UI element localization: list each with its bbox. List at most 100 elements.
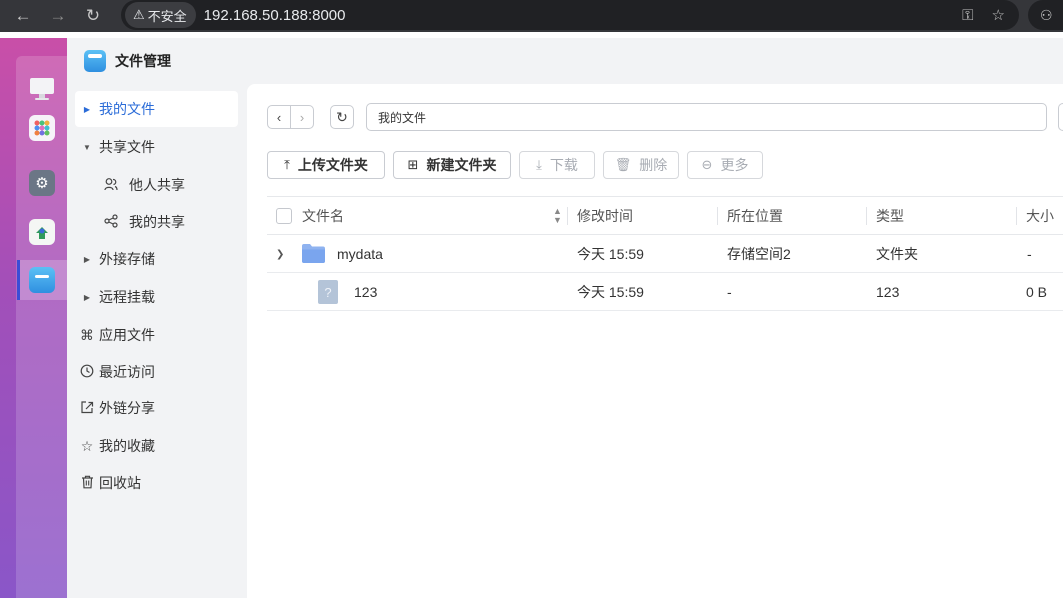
- table-row[interactable]: ❯ mydata 今天 15:59 存储空间2 文件夹 -: [267, 235, 1063, 273]
- sidebar-item-label: 最近访问: [99, 364, 155, 380]
- more-icon: ⊖: [701, 157, 713, 172]
- app-grid-icon[interactable]: [29, 115, 55, 141]
- file-name[interactable]: 123: [354, 273, 377, 311]
- clock-icon: [75, 364, 99, 381]
- sidebar: ▶ 我的文件 ▼ 共享文件 他人共享 我的共享 ▶ 外接存储 ▶ 远程挂载 ⌘ …: [67, 84, 247, 598]
- caret-right-icon: ▶: [83, 292, 91, 302]
- sort-icon[interactable]: ▲ ▼: [553, 207, 562, 225]
- file-size: 0 B: [1026, 284, 1048, 300]
- history-nav: ‹ ›: [267, 105, 314, 129]
- file-modified: 今天 15:59: [577, 246, 644, 262]
- column-header-location[interactable]: 所在位置: [727, 197, 783, 234]
- refresh-icon[interactable]: ↻: [330, 105, 354, 129]
- share-icon: [99, 213, 123, 231]
- path-navigation: ‹ › ↻: [267, 103, 354, 131]
- column-header-size[interactable]: 大小: [1026, 197, 1054, 234]
- column-divider: [567, 207, 568, 225]
- sidebar-item-app-files[interactable]: ⌘ 应用文件: [75, 317, 238, 353]
- download-button[interactable]: ⤓ 下载: [519, 151, 595, 179]
- sidebar-item-external-storage[interactable]: ▶ 外接存储: [75, 241, 238, 277]
- back-arrow-icon[interactable]: ←: [11, 4, 35, 28]
- column-header-name[interactable]: 文件名: [302, 197, 344, 234]
- security-chip[interactable]: ⚠ 不安全: [125, 2, 196, 28]
- caret-down-icon: ▼: [83, 142, 91, 152]
- back-icon[interactable]: ‹: [268, 106, 291, 128]
- store-app-icon[interactable]: [29, 219, 55, 245]
- sidebar-item-my-files[interactable]: ▶ 我的文件: [75, 91, 238, 127]
- trash-icon: [75, 475, 99, 492]
- search-box[interactable]: [1058, 103, 1063, 131]
- delete-button[interactable]: 🗑︎ 删除: [603, 151, 679, 179]
- table-row[interactable]: ? 123 今天 15:59 - 123 0 B: [267, 273, 1063, 311]
- sidebar-item-label: 外接存储: [99, 251, 155, 267]
- external-share-icon: [75, 400, 99, 417]
- unknown-file-icon: ?: [318, 280, 338, 304]
- command-icon: ⌘: [80, 326, 94, 343]
- address-bar[interactable]: ⚠ 不安全 192.168.50.188:8000 ⚿ ☆: [121, 0, 1019, 30]
- sidebar-item-label: 共享文件: [99, 139, 155, 155]
- new-folder-icon: ⊞: [407, 157, 419, 172]
- download-label: 下载: [549, 157, 578, 173]
- caret-right-icon: ▶: [83, 254, 91, 264]
- file-panel: ‹ › ↻ 我的文件 ⤒ 上传文件夹 ⊞ 新建文件夹 ⤓ 下载 🗑︎ 删除 ⊖ …: [247, 84, 1063, 598]
- file-name[interactable]: mydata: [337, 235, 383, 273]
- sidebar-item-remote-mount[interactable]: ▶ 远程挂载: [75, 279, 238, 315]
- url-text[interactable]: 192.168.50.188:8000: [204, 7, 346, 24]
- column-divider: [1016, 207, 1017, 225]
- chevron-down-icon[interactable]: ❯: [276, 235, 284, 273]
- sidebar-item-my-shares[interactable]: 我的共享: [99, 204, 238, 240]
- sidebar-item-label: 我的文件: [99, 101, 155, 117]
- sidebar-item-label: 外链分享: [99, 400, 155, 416]
- trash-icon: 🗑︎: [614, 157, 632, 172]
- profile-icon[interactable]: ⚇: [1028, 0, 1063, 30]
- upload-label: 上传文件夹: [297, 157, 368, 173]
- path-input[interactable]: 我的文件: [366, 103, 1047, 131]
- upload-icon: ⤒: [284, 157, 290, 172]
- file-location: -: [727, 284, 732, 300]
- security-label: 不安全: [147, 8, 187, 24]
- key-icon[interactable]: ⚿: [962, 7, 973, 24]
- browser-toolbar: ← → ↻ ⚠ 不安全 192.168.50.188:8000 ⚿ ☆ ⚇: [0, 0, 1063, 32]
- users-icon: [99, 177, 123, 194]
- bookmark-star-icon[interactable]: ☆: [992, 6, 1005, 24]
- forward-icon[interactable]: ›: [291, 106, 313, 128]
- sidebar-item-label: 他人共享: [129, 177, 185, 193]
- sidebar-item-recent[interactable]: 最近访问: [75, 354, 238, 390]
- warning-icon: ⚠: [133, 7, 145, 22]
- table-header: 文件名 ▲ ▼ 修改时间 所在位置 类型 大小: [267, 196, 1063, 235]
- settings-gear-icon[interactable]: ⚙: [29, 170, 55, 196]
- forward-arrow-icon[interactable]: →: [46, 4, 70, 28]
- column-header-type[interactable]: 类型: [876, 197, 904, 234]
- column-divider: [717, 207, 718, 225]
- reload-icon[interactable]: ↻: [81, 4, 105, 28]
- path-text: 我的文件: [378, 110, 427, 125]
- more-button[interactable]: ⊖ 更多: [687, 151, 763, 179]
- more-label: 更多: [720, 157, 749, 173]
- caret-right-icon: ▶: [83, 104, 91, 114]
- file-location: 存储空间2: [727, 246, 791, 262]
- file-manager-logo-icon: [84, 50, 106, 72]
- sidebar-item-shared-files[interactable]: ▼ 共享文件: [75, 129, 238, 165]
- file-size: -: [1027, 246, 1032, 262]
- app-title: 文件管理: [115, 53, 171, 69]
- column-header-modified[interactable]: 修改时间: [577, 197, 633, 234]
- sidebar-item-favorites[interactable]: ☆ 我的收藏: [75, 428, 238, 464]
- monitor-icon[interactable]: [29, 76, 55, 102]
- file-type: 文件夹: [876, 246, 918, 262]
- sidebar-item-link-share[interactable]: 外链分享: [75, 390, 238, 426]
- sidebar-item-label: 回收站: [99, 475, 141, 491]
- file-manager-dock-icon[interactable]: [29, 267, 55, 293]
- star-icon: ☆: [80, 437, 94, 454]
- new-folder-button[interactable]: ⊞ 新建文件夹: [393, 151, 511, 179]
- sidebar-item-label: 我的共享: [129, 214, 185, 230]
- file-modified: 今天 15:59: [577, 284, 644, 300]
- sidebar-item-recycle-bin[interactable]: 回收站: [75, 465, 238, 501]
- file-manager-window: 文件管理 ▶ 我的文件 ▼ 共享文件 他人共享 我的共享 ▶ 外接存储 ▶ 远程…: [67, 38, 1063, 598]
- sidebar-item-shared-with-me[interactable]: 他人共享: [99, 167, 238, 203]
- delete-label: 删除: [639, 157, 668, 173]
- new-folder-label: 新建文件夹: [426, 157, 497, 173]
- upload-folder-button[interactable]: ⤒ 上传文件夹: [267, 151, 385, 179]
- sidebar-item-label: 远程挂载: [99, 289, 155, 305]
- download-icon: ⤓: [536, 157, 542, 172]
- select-all-checkbox[interactable]: [276, 208, 292, 224]
